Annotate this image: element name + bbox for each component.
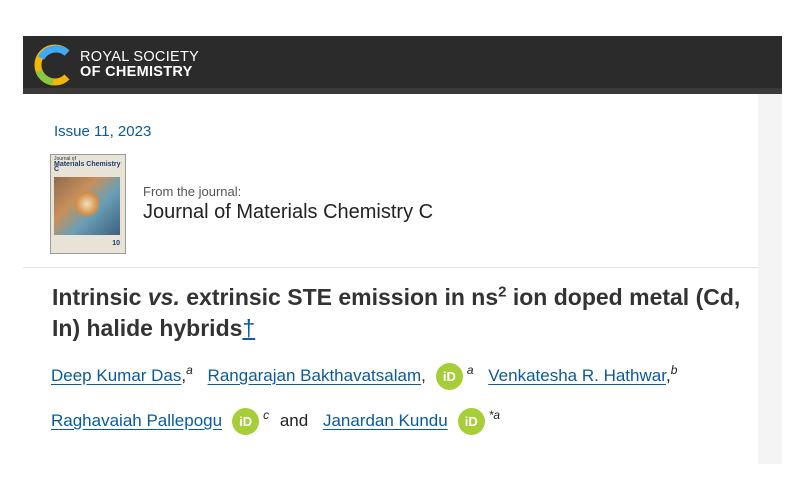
supplementary-dagger-link[interactable]: †: [242, 315, 255, 341]
author-link[interactable]: Deep Kumar Das: [51, 366, 181, 385]
title-part-1: Intrinsic: [52, 284, 148, 310]
orcid-icon[interactable]: iD: [457, 408, 485, 436]
author-affiliation: a: [466, 363, 474, 377]
cover-title: Journal of Materials Chemistry C: [54, 157, 125, 174]
cover-number: 10: [112, 240, 120, 247]
author-conjunction: and: [279, 411, 309, 430]
from-journal-label: From the journal:: [143, 184, 242, 199]
issue-link[interactable]: Issue 11, 2023: [54, 123, 151, 140]
brand-line-2: OF CHEMISTRY: [80, 64, 193, 80]
page-frame: ROYAL SOCIETY OF CHEMISTRY Issue 11, 202…: [23, 36, 782, 464]
brand-name[interactable]: ROYAL SOCIETY OF CHEMISTRY: [80, 50, 199, 80]
site-header: ROYAL SOCIETY OF CHEMISTRY: [23, 36, 782, 94]
author-affiliation: c: [263, 408, 270, 422]
author-link[interactable]: Rangarajan Bakthavatsalam: [208, 366, 422, 385]
side-gutter: [758, 94, 782, 464]
cover-title-big: Materials Chemistry C: [54, 161, 121, 173]
author-list-row-2: Raghavaiah Pallepogu iD c and Janardan Kun…: [51, 408, 501, 436]
journal-cover-image[interactable]: Journal of Materials Chemistry C 10: [50, 154, 126, 254]
author-list-row-1: Deep Kumar Das,a Rangarajan Bakthavatsal…: [51, 363, 678, 391]
section-divider: [23, 267, 758, 268]
title-part-2: extrinsic STE emission in ns: [179, 284, 499, 310]
author-link[interactable]: Janardan Kundu: [323, 411, 448, 430]
author-affiliation: ,a: [181, 363, 193, 385]
journal-name-link[interactable]: Journal of Materials Chemistry C: [143, 201, 433, 224]
author-link[interactable]: Raghavaiah Pallepogu: [51, 411, 222, 430]
author-separator: ,: [421, 366, 426, 385]
cover-artwork: [54, 177, 120, 235]
header-divider: [23, 88, 782, 94]
rsc-logo-icon[interactable]: [33, 44, 75, 86]
author-affiliation: *a: [488, 408, 501, 422]
brand-line-1: ROYAL SOCIETY: [80, 49, 200, 65]
orcid-icon[interactable]: iD: [435, 363, 463, 391]
article-title: Intrinsic vs. extrinsic STE emission in …: [52, 282, 742, 344]
author-link[interactable]: Venkatesha R. Hathwar: [488, 366, 666, 385]
orcid-icon[interactable]: iD: [232, 408, 260, 436]
author-affiliation: ,b: [665, 363, 678, 385]
title-vs: vs.: [147, 284, 180, 310]
